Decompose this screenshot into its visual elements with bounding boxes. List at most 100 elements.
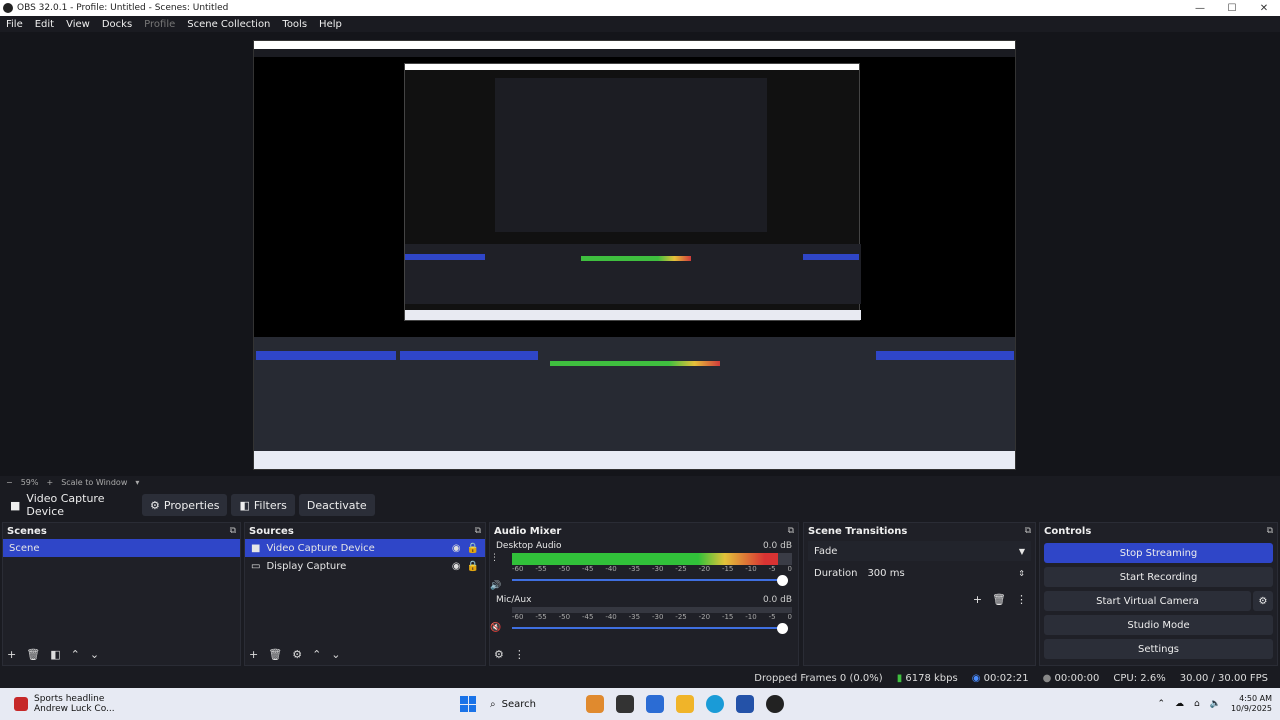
windows-start-icon[interactable]: [460, 696, 476, 712]
menu-docks[interactable]: Docks: [96, 19, 138, 30]
news-widget[interactable]: Sports headline Andrew Luck Co...: [0, 694, 460, 714]
trash-icon[interactable]: 🗑: [26, 648, 40, 661]
clock[interactable]: 4:50 AM 10/9/2025: [1231, 694, 1272, 714]
program-preview[interactable]: [253, 40, 1016, 470]
menu-view[interactable]: View: [60, 19, 96, 30]
volume-icon[interactable]: 🔈: [1210, 699, 1221, 709]
start-recording-button[interactable]: Start Recording: [1044, 567, 1273, 587]
close-button[interactable]: ✕: [1248, 3, 1280, 14]
speaker-icon[interactable]: 🔊: [490, 581, 501, 591]
minimize-button[interactable]: —: [1184, 3, 1216, 14]
meter-tick-label: -40: [605, 565, 617, 573]
volume-slider[interactable]: [512, 623, 792, 634]
widget-icon[interactable]: [586, 695, 604, 713]
dropped-frames: Dropped Frames 0 (0.0%): [754, 672, 883, 684]
preview-nested-titlebar: [254, 41, 1015, 49]
duration-input[interactable]: 300 ms: [867, 568, 904, 579]
filter-icon[interactable]: ◧: [50, 648, 60, 661]
kebab-icon[interactable]: ⋮: [514, 648, 525, 661]
cpu-usage: CPU: 2.6%: [1113, 672, 1166, 684]
network-icon[interactable]: ⌂: [1194, 699, 1200, 709]
chevron-down-icon[interactable]: ⌄: [90, 648, 99, 661]
menu-help[interactable]: Help: [313, 19, 348, 30]
volume-slider[interactable]: [512, 575, 792, 586]
chevron-up-icon[interactable]: ⌃: [1157, 699, 1165, 709]
scenes-header: Scenes ⧉: [3, 523, 240, 539]
source-item[interactable]: ■ Video Capture Device ◉ 🔒: [245, 539, 485, 557]
menu-tools[interactable]: Tools: [276, 19, 313, 30]
gear-icon[interactable]: ⚙: [292, 648, 302, 661]
menu-file[interactable]: File: [0, 19, 29, 30]
filter-icon: ◧: [239, 498, 250, 512]
mic-muted-icon[interactable]: 🔇: [490, 623, 501, 633]
window-title: OBS 32.0.1 - Profile: Untitled - Scenes:…: [17, 3, 229, 13]
slider-knob[interactable]: [777, 623, 788, 634]
scene-transitions-dock: Scene Transitions ⧉ Fade ▼ Duration 300 …: [803, 522, 1036, 666]
menu-profile[interactable]: Profile: [138, 19, 181, 30]
mixer-toolbar: ⚙ ⋮: [494, 648, 525, 661]
filters-button[interactable]: ◧ Filters: [231, 494, 295, 516]
chevron-up-icon[interactable]: ⌃: [312, 648, 321, 661]
trash-icon[interactable]: 🗑: [268, 648, 282, 661]
chevron-up-icon[interactable]: ⌃: [71, 648, 80, 661]
preview-nested-highlight: [803, 254, 859, 260]
menu-edit[interactable]: Edit: [29, 19, 60, 30]
preview-nested-meter: [581, 256, 691, 261]
eye-icon[interactable]: ◉: [452, 561, 461, 572]
kebab-icon[interactable]: ⋮: [1016, 593, 1027, 606]
transition-toolbar: + 🗑 ⋮: [973, 593, 1027, 606]
meter-tick-label: -50: [558, 565, 571, 573]
studio-mode-button[interactable]: Studio Mode: [1044, 615, 1273, 635]
properties-button[interactable]: ⚙ Properties: [142, 494, 228, 516]
undock-icon[interactable]: ⧉: [475, 526, 481, 536]
system-tray: ⌃ ☁ ⌂ 🔈 4:50 AM 10/9/2025: [1157, 694, 1280, 714]
edge-icon[interactable]: [646, 695, 664, 713]
monitor-icon: ▭: [251, 560, 261, 572]
deactivate-button[interactable]: Deactivate: [298, 494, 375, 516]
zoom-in-button[interactable]: +: [46, 478, 53, 487]
meter-tick-label: -25: [675, 565, 687, 573]
lock-icon[interactable]: 🔒: [467, 543, 479, 554]
lock-icon[interactable]: 🔒: [467, 561, 479, 572]
gear-icon[interactable]: ⚙: [1253, 591, 1273, 611]
undock-icon[interactable]: ⧉: [788, 526, 794, 536]
file-explorer-icon[interactable]: [676, 695, 694, 713]
task-view-icon[interactable]: [616, 695, 634, 713]
mixer-channel-header: Mic/Aux 0.0 dB: [496, 595, 792, 605]
eye-icon[interactable]: ◉: [452, 543, 461, 554]
kebab-icon[interactable]: ⋮: [490, 553, 499, 563]
scale-dropdown-icon[interactable]: ▾: [135, 478, 139, 487]
undock-icon[interactable]: ⧉: [1267, 526, 1273, 536]
chevron-down-icon[interactable]: ⌄: [331, 648, 340, 661]
trash-icon[interactable]: 🗑: [992, 593, 1006, 606]
chrome-icon[interactable]: [706, 695, 724, 713]
source-item[interactable]: ▭ Display Capture ◉ 🔒: [245, 557, 485, 575]
add-icon[interactable]: +: [7, 648, 16, 661]
menu-scene-collection[interactable]: Scene Collection: [181, 19, 276, 30]
start-virtual-camera-button[interactable]: Start Virtual Camera: [1044, 591, 1251, 611]
taskbar-search[interactable]: ⌕ Search: [490, 699, 580, 710]
camera-icon: ■: [10, 498, 21, 512]
slider-knob[interactable]: [777, 575, 788, 586]
source-toolbar: ■ Video Capture Device ⚙ Properties ◧ Fi…: [0, 492, 1280, 518]
cloud-icon[interactable]: ☁: [1175, 699, 1184, 709]
stop-streaming-button[interactable]: Stop Streaming: [1044, 543, 1273, 563]
scale-mode[interactable]: Scale to Window: [61, 478, 127, 487]
spinner-icon[interactable]: ⇕: [1018, 569, 1025, 578]
add-icon[interactable]: +: [973, 593, 982, 606]
maximize-button[interactable]: ☐: [1216, 3, 1248, 14]
scene-item[interactable]: Scene: [3, 539, 240, 557]
store-icon[interactable]: [736, 695, 754, 713]
preview-nested-sub-window: [495, 78, 767, 232]
undock-icon[interactable]: ⧉: [1025, 526, 1031, 536]
transition-select[interactable]: Fade ▼: [808, 541, 1031, 561]
zoom-out-button[interactable]: −: [6, 478, 13, 487]
obs-taskbar-icon[interactable]: [766, 695, 784, 713]
undock-icon[interactable]: ⧉: [230, 526, 236, 536]
meter-tick-label: -30: [651, 613, 664, 621]
chevron-down-icon: ▼: [1018, 546, 1025, 556]
gear-icon[interactable]: ⚙: [494, 648, 504, 661]
add-icon[interactable]: +: [249, 648, 258, 661]
meter-tick-label: -40: [605, 613, 617, 621]
settings-button[interactable]: Settings: [1044, 639, 1273, 659]
